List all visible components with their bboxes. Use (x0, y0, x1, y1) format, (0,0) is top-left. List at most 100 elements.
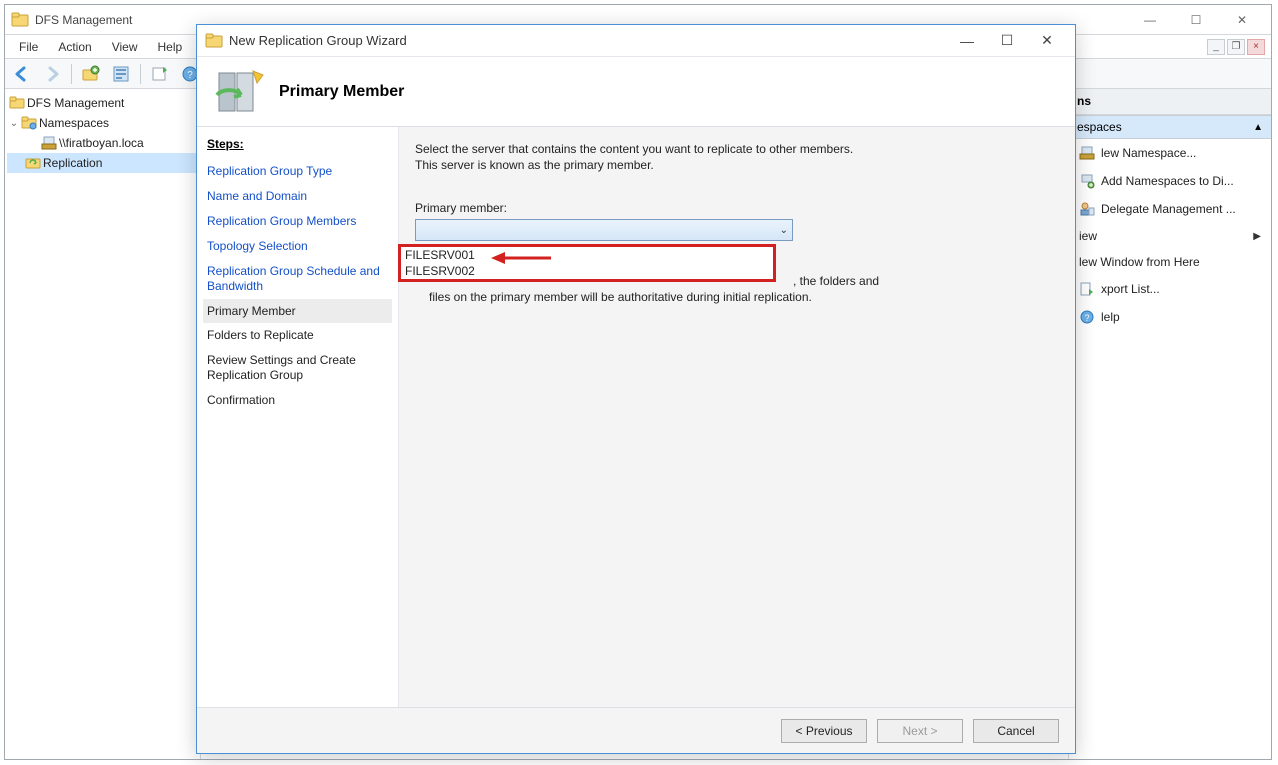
tree-root-label: DFS Management (27, 96, 124, 110)
tree-replication[interactable]: Replication (7, 153, 198, 173)
mini-restore-button[interactable]: ❐ (1227, 39, 1245, 55)
step-folders-to-replicate: Folders to Replicate (207, 323, 388, 348)
svg-text:?: ? (187, 70, 193, 81)
help-icon: ? (1079, 309, 1095, 325)
refresh-icon (151, 65, 169, 83)
dropdown-option-filesrv001[interactable]: FILESRV001 (401, 247, 773, 263)
next-button: Next > (877, 719, 963, 743)
tree-replication-label: Replication (43, 156, 102, 170)
wizard-content-pane: Select the server that contains the cont… (399, 127, 1075, 707)
action-delegate-management[interactable]: Delegate Management ... (1069, 195, 1271, 223)
export-icon (1079, 281, 1095, 297)
hint-text-right: , the folders and (793, 274, 879, 288)
primary-member-dropdown[interactable]: ⌄ (415, 219, 793, 241)
step-topology-selection[interactable]: Topology Selection (207, 234, 388, 259)
toolbar-refresh-button[interactable] (147, 62, 173, 86)
wizard-page-title: Primary Member (279, 83, 404, 101)
properties-icon (112, 65, 130, 83)
primary-member-page-icon (211, 65, 265, 119)
add-folder-icon (82, 65, 100, 83)
menu-view[interactable]: View (102, 38, 148, 56)
wizard-footer: < Previous Next > Cancel (197, 707, 1075, 753)
svg-text:?: ? (1084, 313, 1089, 323)
replication-icon (25, 155, 41, 171)
submenu-arrow-icon: ▶ (1253, 231, 1261, 242)
dfs-root-icon (9, 95, 25, 111)
step-replication-group-members[interactable]: Replication Group Members (207, 209, 388, 234)
step-schedule-and-bandwidth[interactable]: Replication Group Schedule and Bandwidth (207, 259, 388, 299)
action-new-window[interactable]: lew Window from Here (1069, 249, 1271, 275)
tree-root[interactable]: DFS Management (7, 93, 198, 113)
toolbar-forward-button[interactable] (39, 62, 65, 86)
annotation-arrow-icon (491, 249, 551, 267)
action-add-namespaces[interactable]: Add Namespaces to Di... (1069, 167, 1271, 195)
hint-text-below: files on the primary member will be auth… (429, 290, 812, 304)
toolbar-properties-button[interactable] (108, 62, 134, 86)
wizard-close-button[interactable]: ✕ (1027, 29, 1067, 53)
toolbar-back-button[interactable] (9, 62, 35, 86)
wizard-icon (205, 32, 223, 50)
action-help[interactable]: ? lelp (1069, 303, 1271, 331)
namespaces-icon (21, 115, 37, 131)
action-new-namespace[interactable]: lew Namespace... (1069, 139, 1271, 167)
parent-close-button[interactable]: ✕ (1219, 9, 1265, 31)
mini-close-button[interactable]: × (1247, 39, 1265, 55)
dfs-management-icon (11, 11, 29, 29)
toolbar-separator (71, 64, 72, 84)
action-export-list[interactable]: xport List... (1069, 275, 1271, 303)
step-primary-member: Primary Member (203, 299, 392, 323)
toolbar-separator (140, 64, 141, 84)
step-name-and-domain[interactable]: Name and Domain (207, 184, 388, 209)
dropdown-option-filesrv002[interactable]: FILESRV002 (401, 263, 773, 279)
menu-help[interactable]: Help (148, 38, 193, 56)
parent-maximize-button[interactable]: ☐ (1173, 9, 1219, 31)
toolbar-add-button[interactable] (78, 62, 104, 86)
tree-namespaces[interactable]: ⌄ Namespaces (7, 113, 198, 133)
tree-namespace-item[interactable]: \\firatboyan.loca (7, 133, 198, 153)
actions-header: ns (1069, 89, 1271, 115)
mini-minimize-button[interactable]: _ (1207, 39, 1225, 55)
add-namespaces-icon (1079, 173, 1095, 189)
action-label: lew Namespace... (1101, 146, 1196, 160)
action-view[interactable]: iew ▶ (1069, 223, 1271, 249)
actions-pane: ns espaces ▲ lew Namespace... Add Namesp… (1069, 89, 1271, 759)
parent-minimize-button[interactable]: — (1127, 9, 1173, 31)
wizard-header: Primary Member (197, 57, 1075, 127)
arrow-right-icon (43, 65, 61, 83)
wizard-maximize-button[interactable]: ☐ (987, 29, 1027, 53)
wizard-minimize-button[interactable]: — (947, 29, 987, 53)
wizard-steps-pane: Steps: Replication Group Type Name and D… (197, 127, 399, 707)
steps-heading: Steps: (207, 137, 388, 151)
action-label: lew Window from Here (1079, 255, 1200, 269)
tree-namespaces-label: Namespaces (39, 116, 109, 130)
cancel-button[interactable]: Cancel (973, 719, 1059, 743)
action-label: xport List... (1101, 282, 1160, 296)
step-confirmation: Confirmation (207, 388, 388, 413)
delegate-icon (1079, 201, 1095, 217)
wizard-body: Steps: Replication Group Type Name and D… (197, 127, 1075, 707)
step-review-settings: Review Settings and Create Replication G… (207, 348, 388, 388)
wizard-title: New Replication Group Wizard (229, 33, 947, 48)
new-namespace-icon (1079, 145, 1095, 161)
tree-caret-icon[interactable]: ⌄ (9, 118, 19, 129)
primary-member-dropdown-list: FILESRV001 FILESRV002 (398, 244, 776, 282)
previous-button[interactable]: < Previous (781, 719, 867, 743)
menu-file[interactable]: File (9, 38, 48, 56)
action-label: iew (1079, 229, 1097, 243)
menu-action[interactable]: Action (48, 38, 101, 56)
new-replication-group-wizard: New Replication Group Wizard — ☐ ✕ Prima… (196, 24, 1076, 754)
arrow-left-icon (13, 65, 31, 83)
namespace-item-icon (41, 135, 57, 151)
action-label: Add Namespaces to Di... (1101, 174, 1234, 188)
intro-line-2: This server is known as the primary memb… (415, 157, 1059, 173)
collapse-icon: ▲ (1253, 122, 1263, 133)
wizard-titlebar: New Replication Group Wizard — ☐ ✕ (197, 25, 1075, 57)
actions-section-title[interactable]: espaces ▲ (1069, 115, 1271, 139)
tree-namespace-item-label: \\firatboyan.loca (59, 136, 144, 150)
actions-section-label: espaces (1077, 120, 1122, 134)
step-replication-group-type[interactable]: Replication Group Type (207, 159, 388, 184)
dropdown-caret-icon: ⌄ (780, 225, 788, 236)
intro-line-1: Select the server that contains the cont… (415, 141, 1059, 157)
tree-pane: DFS Management ⌄ Namespaces \\firatboyan… (5, 89, 201, 759)
action-label: lelp (1101, 310, 1120, 324)
